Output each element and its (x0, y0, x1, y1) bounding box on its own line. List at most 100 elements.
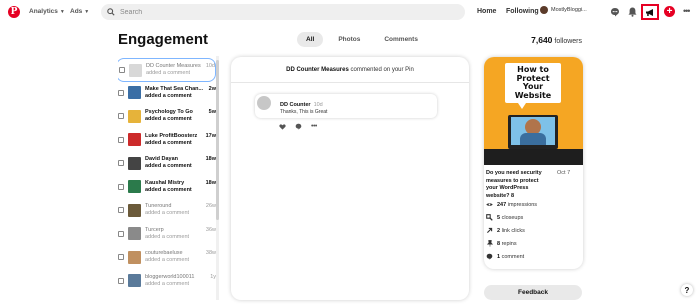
heart-icon[interactable] (279, 123, 286, 130)
reply-icon[interactable] (295, 123, 302, 130)
stat-value: 1 (497, 253, 501, 260)
person-body-illustration (520, 133, 546, 145)
list-item[interactable]: bloggerworld100011 added a comment 1y (118, 270, 216, 292)
stat-closeups: 5 closeups (486, 214, 523, 221)
avatar (540, 6, 548, 14)
comment-icon (486, 253, 493, 260)
row-action: added a comment (146, 70, 191, 76)
top-bar: P Analytics ▼ Ads ▼ Home Following Mostl… (0, 0, 700, 26)
scrollbar-thumb[interactable] (216, 60, 219, 220)
comment-text: Thanks, This is Great (280, 109, 328, 115)
chevron-down-icon: ▼ (59, 8, 65, 15)
row-checkbox[interactable] (118, 207, 124, 213)
followers-label: followers (554, 38, 582, 45)
pin-thumbnail[interactable] (128, 86, 141, 99)
pin-thumbnail[interactable] (128, 227, 141, 240)
pinterest-logo[interactable]: P (8, 6, 20, 18)
help-button[interactable]: ? (681, 284, 693, 296)
detail-author[interactable]: DD Counter Measures (286, 67, 349, 73)
row-action: added a comment (145, 280, 190, 287)
row-checkbox[interactable] (118, 160, 124, 166)
row-user-name: Make That Sea Chan... (145, 85, 204, 92)
row-checkbox[interactable] (118, 113, 124, 119)
pin-image-text: Website (514, 90, 552, 100)
comment-more-icon[interactable]: ••• (311, 123, 317, 130)
row-time: 36w (205, 226, 216, 233)
row-checkbox[interactable] (118, 183, 124, 190)
stat-value: 247 (497, 201, 507, 208)
pin-thumbnail[interactable] (128, 274, 141, 287)
pin-icon (486, 240, 493, 247)
list-item[interactable]: Turcerp added a comment 36w (118, 223, 216, 245)
row-time: 1y (210, 273, 216, 280)
row-user-name: Turcerp (145, 226, 164, 233)
more-options-icon[interactable]: ••• (683, 6, 691, 16)
pin-title[interactable]: Do you need security measures to protect… (486, 170, 550, 200)
search-bar[interactable] (101, 4, 465, 20)
following-link[interactable]: Following (506, 8, 539, 15)
list-item[interactable]: David Dayan added a comment 18w (118, 152, 216, 174)
row-user-name: Tuneround (145, 203, 172, 209)
closeup-icon (486, 214, 493, 221)
row-text: Turcerp added a comment (145, 227, 204, 241)
list-item[interactable]: DD Counter Measures added a comment 10d (118, 58, 216, 82)
search-icon (107, 8, 115, 16)
pin-thumbnail[interactable] (129, 63, 142, 77)
megaphone-button[interactable] (641, 4, 659, 20)
notification-list: DD Counter Measures added a comment 10d Mak… (118, 56, 218, 300)
list-item[interactable]: Make That Sea Chan... added a comment 2w (118, 82, 216, 104)
row-checkbox[interactable] (118, 230, 124, 237)
search-input[interactable] (120, 8, 420, 16)
list-item[interactable]: Tuneround added a comment 26w (118, 199, 216, 221)
home-link[interactable]: Home (477, 8, 496, 15)
add-icon[interactable]: + (664, 6, 675, 17)
row-text: Kaushal Mistry added a comment (145, 180, 204, 194)
row-action: added a comment (145, 257, 190, 263)
row-checkbox[interactable] (118, 277, 124, 284)
row-time: 18w (205, 156, 216, 162)
stat-impressions: 247 impressions (486, 201, 537, 208)
analytics-dropdown[interactable]: Analytics ▼ (29, 8, 65, 15)
row-time: 2w (208, 85, 216, 92)
commenter-avatar[interactable] (257, 96, 271, 110)
row-checkbox[interactable] (118, 136, 124, 143)
feedback-button[interactable]: Feedback (484, 285, 582, 300)
bell-icon[interactable] (626, 6, 638, 18)
tab-comments[interactable]: Comments (375, 32, 427, 47)
stat-comments: 1 comment (486, 253, 524, 260)
list-item[interactable]: Kaushal Mistry added a comment 18w (118, 176, 216, 198)
row-user-name: Psychology To Go (145, 109, 193, 115)
chevron-down-icon: ▼ (84, 8, 90, 15)
pin-thumbnail[interactable] (128, 180, 141, 193)
pin-thumbnail[interactable] (128, 133, 141, 146)
row-user-name: DD Counter Measures (146, 63, 201, 69)
row-action: added a comment (145, 163, 192, 169)
profile-button[interactable]: MostlyBloggi... (540, 6, 587, 14)
pin-thumbnail[interactable] (128, 109, 141, 123)
pin-card[interactable]: How to Protect Your Website (484, 57, 583, 269)
notification-detail-card: DD Counter Measures commented on your Pi… (231, 57, 469, 300)
comment-author-name[interactable]: DD Counter (280, 102, 311, 108)
messages-icon[interactable] (609, 6, 621, 18)
stat-label: comment (501, 253, 525, 260)
pin-thumbnail[interactable] (128, 156, 141, 170)
tab-photos[interactable]: Photos (329, 32, 369, 47)
row-checkbox[interactable] (118, 89, 124, 96)
list-item[interactable]: Luke ProfitBoosterz added a comment 17w (118, 129, 216, 151)
pin-thumbnail[interactable] (128, 250, 141, 264)
pin-image[interactable]: How to Protect Your Website (484, 57, 583, 165)
row-action: added a comment (145, 210, 190, 216)
list-item[interactable]: Psychology To Go added a comment 5w (118, 105, 216, 127)
pin-thumbnail[interactable] (128, 203, 141, 217)
row-user-name: David Dayan (145, 156, 179, 162)
ads-dropdown[interactable]: Ads ▼ (70, 8, 89, 15)
row-time: 5w (208, 109, 216, 115)
desk-illustration (484, 149, 583, 165)
tab-all[interactable]: All (297, 32, 324, 47)
list-item[interactable]: couturebaeluxe added a comment 38w (118, 246, 216, 268)
row-checkbox[interactable] (118, 254, 124, 260)
eye-icon (486, 201, 493, 208)
page-title: Engagement (118, 31, 209, 48)
stat-value: 8 (497, 240, 501, 247)
row-checkbox[interactable] (119, 67, 125, 73)
